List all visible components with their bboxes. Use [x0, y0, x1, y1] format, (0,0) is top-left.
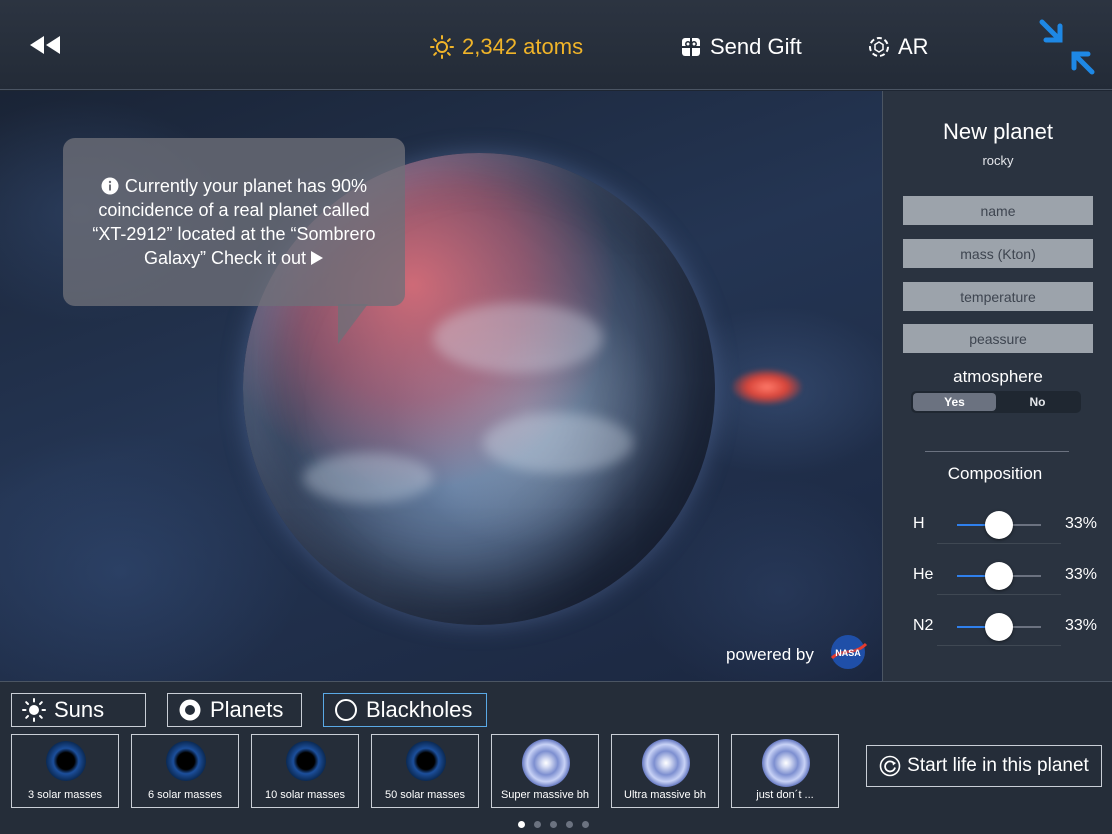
percent-value: 33% [1065, 617, 1098, 634]
pagination-dots [518, 821, 589, 828]
powered-by-text: powered by [726, 645, 814, 664]
slider-thumb[interactable] [985, 511, 1013, 539]
blackhole-icon [46, 741, 86, 781]
collapse-arrows-icon [1039, 19, 1095, 75]
composition-row: He 33% [883, 556, 1112, 596]
info-tooltip[interactable]: Currently your planet has 90% coincidenc… [63, 138, 405, 306]
spiral-blackhole-icon [762, 739, 810, 787]
item-card[interactable]: just don´t ... [731, 734, 839, 808]
item-label: Ultra massive bh [624, 789, 706, 801]
tab-label: Suns [54, 697, 105, 722]
composition-row: N2 33% [883, 607, 1112, 647]
pressure-field[interactable] [903, 324, 1093, 353]
start-life-label: Start life in this planet [907, 755, 1089, 776]
item-card[interactable]: 6 solar masses [131, 734, 239, 808]
panel-subtitle: rocky [982, 153, 1014, 168]
back-button[interactable] [28, 34, 62, 56]
item-card[interactable]: 50 solar masses [371, 734, 479, 808]
svg-text:NASA: NASA [835, 648, 861, 658]
planet-settings-panel: New planet rocky atmosphere Yes No Compo… [882, 91, 1112, 681]
item-label: just don´t ... [756, 789, 814, 801]
atoms-count: 2,342 atoms [462, 34, 584, 59]
cloud-band [483, 413, 633, 473]
item-label: 3 solar masses [28, 789, 102, 801]
cloud-band [303, 453, 433, 503]
category-tabs: Suns Planets Blackholes [11, 693, 487, 727]
item-card[interactable]: Super massive bh [491, 734, 599, 808]
sun-icon [22, 698, 46, 722]
blackhole-icon [166, 741, 206, 781]
ar-cube-icon [869, 37, 889, 57]
item-card[interactable]: 3 solar masses [11, 734, 119, 808]
item-cards: 3 solar masses 6 solar masses 10 solar mas… [11, 734, 839, 808]
rewind-icon [30, 36, 60, 54]
tab-label: Planets [210, 697, 284, 722]
item-label: 6 solar masses [148, 789, 222, 801]
radio-selected-icon [179, 699, 201, 721]
page-dot[interactable] [582, 821, 589, 828]
radio-empty-icon [335, 699, 357, 721]
ar-button[interactable]: AR [868, 34, 929, 60]
tab-blackholes[interactable]: Blackholes [323, 693, 487, 727]
divider [925, 451, 1069, 452]
element-label: He [913, 566, 934, 583]
mass-field[interactable] [903, 239, 1093, 268]
spiral-blackhole-icon [522, 739, 570, 787]
blackhole-icon [286, 741, 326, 781]
send-gift-label: Send Gift [710, 34, 802, 59]
page-dot[interactable] [534, 821, 541, 828]
top-bar: 2,342 atoms Send Gift AR [0, 0, 1112, 90]
item-card[interactable]: 10 solar masses [251, 734, 359, 808]
gift-icon [682, 38, 700, 56]
atmosphere-yes-option[interactable]: Yes [913, 393, 996, 411]
cloud-band [433, 303, 603, 373]
spiral-blackhole-icon [642, 739, 690, 787]
slider-thumb[interactable] [985, 562, 1013, 590]
red-nebula [732, 369, 802, 405]
sun-icon [430, 35, 454, 59]
percent-value: 33% [1065, 566, 1098, 583]
atmosphere-toggle[interactable]: Yes No [911, 391, 1081, 413]
page-dot[interactable] [518, 821, 525, 828]
space-viewport[interactable]: Currently your planet has 90% coincidenc… [0, 91, 882, 681]
percent-value: 33% [1065, 515, 1098, 532]
send-gift-button[interactable]: Send Gift [680, 34, 802, 60]
item-label: Super massive bh [500, 789, 590, 801]
atoms-counter: 2,342 atoms [430, 34, 583, 60]
page-dot[interactable] [550, 821, 557, 828]
slider-underline [937, 543, 1061, 544]
element-label: H [913, 515, 925, 532]
info-message: Currently your planet has 90% coincidenc… [92, 176, 376, 268]
temperature-field[interactable] [903, 282, 1093, 311]
composition-label: Composition [947, 464, 1043, 483]
composition-row: H 33% [883, 505, 1112, 545]
atmosphere-no-option[interactable]: No [996, 393, 1079, 411]
tab-suns[interactable]: Suns [11, 693, 146, 727]
tab-label: Blackholes [366, 697, 473, 722]
item-label: 10 solar masses [264, 789, 346, 801]
play-icon[interactable] [310, 250, 324, 266]
panel-title: New planet [942, 119, 1054, 144]
element-label: N2 [913, 617, 934, 634]
name-field[interactable] [903, 196, 1093, 225]
item-label: 50 solar masses [384, 789, 466, 801]
atmosphere-label: atmosphere [953, 367, 1043, 386]
page-dot[interactable] [566, 821, 573, 828]
object-picker: Suns Planets Blackholes 3 solar masses 6 … [0, 681, 1112, 834]
slider-underline [937, 645, 1061, 646]
refresh-icon [879, 755, 901, 777]
tab-planets[interactable]: Planets [167, 693, 302, 727]
slider-thumb[interactable] [985, 613, 1013, 641]
blackhole-icon [406, 741, 446, 781]
slider-underline [937, 594, 1061, 595]
collapse-button[interactable] [1038, 18, 1096, 76]
info-icon [101, 177, 119, 195]
nasa-logo-icon: NASA [830, 635, 868, 669]
start-life-button[interactable]: Start life in this planet [866, 745, 1102, 787]
item-card[interactable]: Ultra massive bh [611, 734, 719, 808]
ar-label: AR [898, 34, 929, 59]
